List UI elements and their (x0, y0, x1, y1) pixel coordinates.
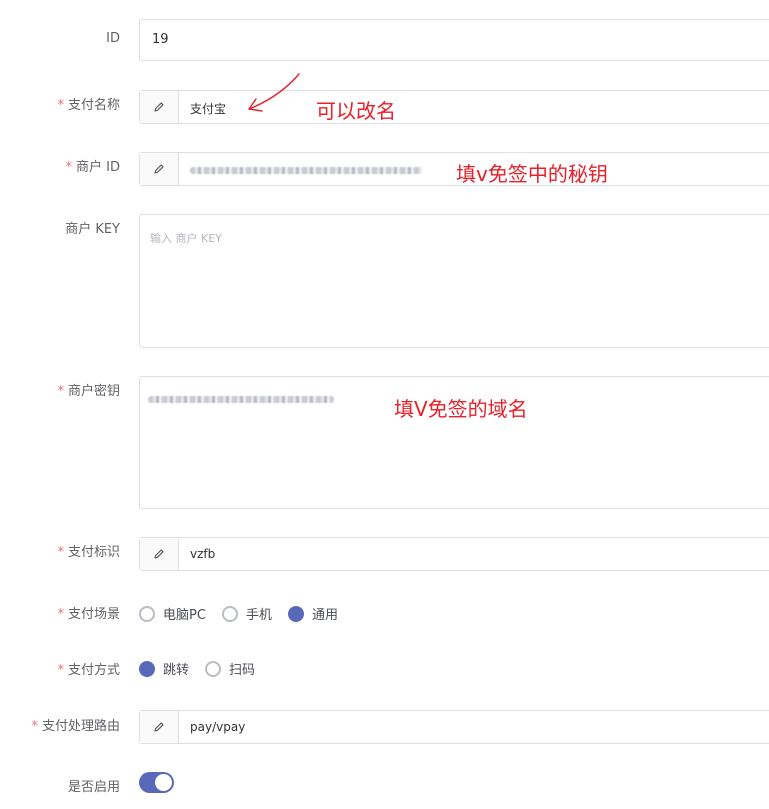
pay-code-label: * 支付标识 (57, 541, 120, 560)
enabled-label: 是否启用 (67, 780, 120, 795)
radio-label: 通用 (311, 608, 338, 623)
pay-route-value: pay/vpay (190, 720, 246, 734)
toggle-knob (155, 774, 172, 791)
id-value: 19 (152, 32, 169, 47)
pay-route-label-text: 支付处理路由 (41, 719, 120, 734)
id-label: ID (106, 31, 120, 46)
pencil-icon (140, 153, 179, 185)
radio-label: 跳转 (163, 663, 190, 678)
annotation-secret: 填v免签中的秘钥 (456, 162, 608, 186)
annotation-rename: 可以改名 (316, 99, 396, 123)
required-mark: * (57, 384, 64, 399)
pay-method-label-text: 支付方式 (67, 663, 120, 678)
radio-circle-selected (139, 660, 155, 677)
annotation-arrow-icon (248, 73, 300, 112)
radio-scene-pc[interactable]: 电脑PC (139, 604, 206, 623)
radio-method-redirect[interactable]: 跳转 (139, 659, 189, 678)
merchant-secret-label: * 商户密钥 (57, 380, 120, 399)
required-mark: * (57, 545, 64, 560)
merchant-secret-label-text: 商户密钥 (67, 384, 120, 399)
merchant-id-label-text: 商户 ID (76, 160, 120, 175)
merchant-id-input[interactable] (139, 152, 769, 186)
radio-label: 扫码 (229, 663, 256, 678)
pay-name-label: * 支付名称 (57, 94, 120, 113)
merchant-key-label: 商户 KEY (65, 222, 120, 237)
required-mark: * (57, 663, 64, 678)
pay-method-label: * 支付方式 (57, 659, 120, 678)
pay-name-value: 支付宝 (190, 102, 227, 116)
pay-name-input[interactable]: 支付宝 (139, 90, 769, 124)
radio-circle (221, 605, 238, 622)
id-input[interactable]: 19 (139, 19, 769, 61)
radio-scene-mobile[interactable]: 手机 (221, 604, 272, 623)
pencil-icon (140, 91, 179, 123)
merchant-key-textarea[interactable]: 输入 商户 KEY (139, 214, 769, 348)
pay-method-radio-group: 跳转 扫码 (139, 659, 271, 678)
pay-scene-radio-group: 电脑PC 手机 通用 (139, 604, 354, 623)
pay-route-input[interactable]: pay/vpay (139, 710, 769, 744)
radio-method-scan[interactable]: 扫码 (205, 659, 255, 678)
required-mark: * (57, 607, 64, 622)
blurred-merchant-id (190, 167, 422, 174)
merchant-key-placeholder: 输入 商户 KEY (150, 232, 222, 245)
required-mark: * (65, 160, 73, 175)
pencil-icon (140, 538, 179, 570)
pay-scene-label-text: 支付场景 (67, 607, 120, 622)
radio-scene-universal[interactable]: 通用 (287, 604, 338, 623)
pay-code-label-text: 支付标识 (67, 545, 120, 560)
required-mark: * (31, 719, 38, 734)
radio-circle (139, 605, 155, 622)
merchant-id-label: * 商户 ID (66, 156, 120, 175)
enabled-toggle[interactable] (139, 772, 174, 793)
pay-name-label-text: 支付名称 (67, 98, 120, 113)
pay-code-input[interactable]: vzfb (139, 537, 769, 571)
radio-circle-selected (287, 605, 304, 622)
pencil-icon (140, 711, 179, 743)
radio-circle (205, 660, 222, 677)
radio-label: 手机 (245, 608, 272, 623)
annotation-domain: 填V免签的域名 (394, 397, 528, 421)
pay-route-label: * 支付处理路由 (31, 715, 120, 734)
radio-label: 电脑PC (163, 608, 206, 623)
required-mark: * (57, 98, 64, 113)
pay-scene-label: * 支付场景 (57, 603, 120, 622)
pay-code-value: vzfb (190, 547, 216, 561)
blurred-merchant-secret (148, 396, 334, 403)
